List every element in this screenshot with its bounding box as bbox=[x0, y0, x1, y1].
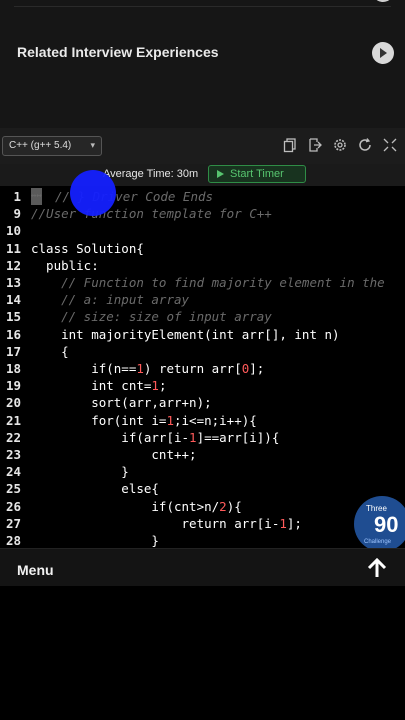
touch-indicator bbox=[70, 170, 116, 216]
editor-toolbar: C++ (g++ 5.4) ▾ bbox=[0, 128, 405, 165]
menu-button[interactable]: Menu bbox=[17, 562, 54, 578]
fullscreen-icon[interactable] bbox=[382, 137, 398, 153]
code-text: } bbox=[31, 533, 159, 548]
related-interview-experiences-link[interactable]: Related Interview Experiences bbox=[17, 44, 219, 60]
line-number: 16 bbox=[5, 326, 21, 342]
refresh-icon[interactable] bbox=[357, 137, 373, 153]
line-number: 18 bbox=[5, 361, 21, 376]
chevron-down-icon: ▾ bbox=[90, 140, 95, 150]
line-number: 11 bbox=[5, 240, 21, 256]
code-text: return arr[i-1]; bbox=[31, 515, 302, 531]
code-line[interactable]: 11 class Solution{ bbox=[0, 240, 405, 257]
code-text: cnt++; bbox=[31, 447, 197, 462]
code-line[interactable]: 17 { bbox=[0, 343, 405, 360]
code-text: if(n==1) return arr[0]; bbox=[31, 361, 265, 376]
code-text: // Function to find majority element in … bbox=[31, 275, 385, 290]
code-line[interactable]: 12 public: bbox=[0, 257, 405, 274]
code-editor[interactable]: 1 ↔↔// } Driver Code Ends 9//User function… bbox=[0, 186, 405, 548]
code-line[interactable]: 1 ↔↔// } Driver Code Ends bbox=[0, 188, 405, 205]
code-line[interactable]: 24 } bbox=[0, 463, 405, 480]
language-select[interactable]: C++ (g++ 5.4) ▾ bbox=[2, 136, 102, 156]
code-line[interactable]: 25 else{ bbox=[0, 480, 405, 497]
timer-bar: Average Time: 30m Start Timer bbox=[0, 164, 405, 186]
line-number: 13 bbox=[5, 275, 21, 290]
line-number: 27 bbox=[5, 515, 21, 531]
line-number: 9 bbox=[13, 206, 21, 222]
code-line[interactable]: 22 if(arr[i-1]==arr[i]){ bbox=[0, 429, 405, 446]
code-line[interactable]: 10 bbox=[0, 222, 405, 239]
export-icon[interactable] bbox=[307, 137, 323, 153]
divider bbox=[14, 6, 391, 7]
code-line[interactable]: 20 sort(arr,arr+n); bbox=[0, 394, 405, 411]
code-line[interactable]: 23 cnt++; bbox=[0, 446, 405, 463]
line-number: 19 bbox=[5, 378, 21, 394]
line-number: 10 bbox=[5, 223, 21, 239]
code-line[interactable]: 19 int cnt=1; bbox=[0, 377, 405, 394]
code-text: // a: input array bbox=[31, 292, 190, 308]
fold-marker-icon[interactable]: ↔↔ bbox=[31, 188, 42, 205]
code-text: for(int i=1;i<=n;i++){ bbox=[31, 412, 257, 428]
start-timer-button[interactable]: Start Timer bbox=[208, 165, 306, 183]
line-number: 17 bbox=[5, 343, 21, 359]
line-number: 21 bbox=[5, 412, 21, 428]
code-line[interactable]: 27 return arr[i-1]; bbox=[0, 515, 405, 532]
menu-bar: Menu bbox=[0, 548, 405, 587]
line-number: 1 bbox=[13, 189, 21, 204]
code-text: public: bbox=[31, 257, 99, 273]
average-time: Average Time: 30m bbox=[103, 168, 199, 180]
line-number: 23 bbox=[5, 447, 21, 462]
code-text: sort(arr,arr+n); bbox=[31, 395, 212, 411]
line-number: 22 bbox=[5, 429, 21, 445]
code-line[interactable]: 16 int majorityElement(int arr[], int n) bbox=[0, 326, 405, 343]
code-line[interactable]: 28 } bbox=[0, 532, 405, 548]
line-number: 12 bbox=[5, 257, 21, 273]
line-number: 26 bbox=[5, 498, 21, 514]
related-panel: Related Interview Experiences bbox=[0, 0, 405, 128]
code-text: else{ bbox=[31, 481, 159, 497]
line-number: 28 bbox=[5, 533, 21, 548]
code-text: } bbox=[31, 464, 129, 480]
code-line[interactable]: 14 // a: input array bbox=[0, 291, 405, 308]
code-text: //User function template for C++ bbox=[31, 206, 272, 222]
arrow-up-icon[interactable] bbox=[366, 557, 388, 579]
line-number: 25 bbox=[5, 481, 21, 497]
code-line[interactable]: 26 if(cnt>n/2){ bbox=[0, 498, 405, 515]
code-text: if(arr[i-1]==arr[i]){ bbox=[31, 429, 280, 445]
badge-sub-text: Challenge bbox=[364, 539, 392, 545]
code-text: class Solution{ bbox=[31, 240, 144, 256]
code-text: int majorityElement(int arr[], int n) bbox=[31, 326, 340, 342]
copy-icon[interactable] bbox=[282, 137, 298, 153]
language-value: C++ (g++ 5.4) bbox=[9, 140, 72, 151]
blank-area bbox=[0, 586, 405, 720]
code-text: int cnt=1; bbox=[31, 378, 167, 394]
play-icon bbox=[217, 170, 224, 178]
challenge-badge[interactable]: Three 90 Challenge bbox=[354, 496, 405, 552]
settings-icon[interactable] bbox=[332, 137, 348, 153]
start-timer-label: Start Timer bbox=[230, 168, 284, 180]
code-line[interactable]: 18 if(n==1) return arr[0]; bbox=[0, 360, 405, 377]
code-text: { bbox=[31, 343, 69, 359]
line-number: 14 bbox=[5, 292, 21, 308]
code-line[interactable]: 9 //User function template for C++ bbox=[0, 205, 405, 222]
scroll-indicator bbox=[372, 0, 394, 2]
code-line[interactable]: 15 // size: size of input array bbox=[0, 308, 405, 325]
code-line[interactable]: 21 for(int i=1;i<=n;i++){ bbox=[0, 412, 405, 429]
badge-number: 90 bbox=[374, 512, 399, 537]
line-number: 24 bbox=[5, 464, 21, 480]
line-number: 20 bbox=[5, 395, 21, 411]
line-number: 15 bbox=[5, 309, 21, 325]
code-line[interactable]: 13 // Function to find majority element … bbox=[0, 274, 405, 291]
expand-arrow-icon[interactable] bbox=[372, 42, 394, 64]
code-text: // size: size of input array bbox=[31, 309, 272, 325]
code-text: if(cnt>n/2){ bbox=[31, 498, 242, 514]
